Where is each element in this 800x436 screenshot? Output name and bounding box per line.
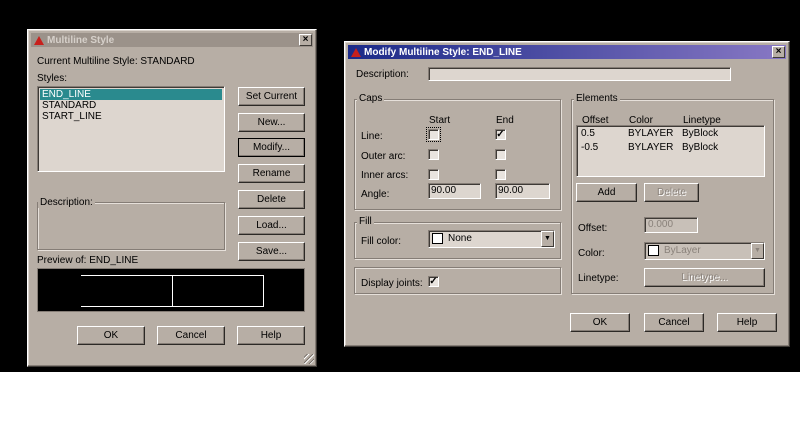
elements-title: Elements xyxy=(574,93,620,104)
cancel-button[interactable]: Cancel xyxy=(157,326,225,345)
element-row-2-linetype[interactable]: ByBlock xyxy=(682,142,718,153)
close-icon[interactable]: × xyxy=(299,34,312,46)
angle-start-field[interactable]: 90.00 xyxy=(428,183,481,199)
description-label: Description: xyxy=(38,197,95,208)
angle-end-field[interactable]: 90.00 xyxy=(495,183,550,199)
dialog-title: Modify Multiline Style: END_LINE xyxy=(364,46,522,58)
inner-arcs-end-checkbox[interactable] xyxy=(495,169,506,180)
inner-arcs-start-checkbox[interactable] xyxy=(428,169,439,180)
description-field[interactable] xyxy=(428,67,731,81)
preview-label: Preview of: END_LINE xyxy=(37,255,139,266)
color-label: Color: xyxy=(578,248,605,259)
cancel-button[interactable]: Cancel xyxy=(644,313,704,332)
preview-line-mid xyxy=(172,275,173,307)
display-joints-checkbox[interactable]: ✓ xyxy=(428,276,439,287)
new-button[interactable]: New... xyxy=(238,113,305,132)
element-row-1-color[interactable]: BYLAYER xyxy=(628,128,673,139)
caps-start-header: Start xyxy=(429,115,451,126)
delete-element-button[interactable]: Delete xyxy=(644,183,699,202)
styles-label: Styles: xyxy=(37,73,68,84)
modify-multiline-style-dialog: Modify Multiline Style: END_LINE × Descr… xyxy=(344,41,790,347)
autocad-app-icon xyxy=(350,47,361,58)
modify-button[interactable]: Modify... xyxy=(238,138,305,157)
add-element-button[interactable]: Add xyxy=(576,183,637,202)
modify-style-titlebar[interactable]: Modify Multiline Style: END_LINE × xyxy=(348,45,786,59)
help-button[interactable]: Help xyxy=(717,313,777,332)
line-end-checkbox[interactable]: ✓ xyxy=(495,129,506,140)
preview-line-end xyxy=(263,275,264,307)
set-current-button[interactable]: Set Current xyxy=(238,87,305,106)
styles-list[interactable]: END_LINE STANDARD START_LINE xyxy=(37,86,225,172)
element-row-1-linetype[interactable]: ByBlock xyxy=(682,128,718,139)
style-item-start-line[interactable]: START_LINE xyxy=(40,111,222,122)
rename-button[interactable]: Rename xyxy=(238,164,305,183)
element-row-1-offset[interactable]: 0.5 xyxy=(581,128,595,139)
offset-field[interactable]: 0.000 xyxy=(644,217,698,233)
display-joints-label: Display joints: xyxy=(361,278,423,289)
caps-angle-label: Angle: xyxy=(361,189,390,200)
preview-canvas xyxy=(37,268,305,312)
style-item-standard[interactable]: STANDARD xyxy=(40,100,222,111)
color-swatch xyxy=(648,245,659,256)
multiline-style-dialog: Multiline Style × Current Multiline Styl… xyxy=(27,29,317,367)
color-value: ByLayer xyxy=(664,245,701,256)
close-icon[interactable]: × xyxy=(772,46,785,58)
fill-color-dropdown[interactable]: None ▼ xyxy=(428,230,555,248)
current-style-label: Current Multiline Style: STANDARD xyxy=(37,56,195,67)
line-start-checkbox[interactable] xyxy=(426,127,441,142)
offset-label: Offset: xyxy=(578,223,608,234)
caps-end-header: End xyxy=(496,115,514,126)
style-item-end-line[interactable]: END_LINE xyxy=(40,89,222,100)
ok-button[interactable]: OK xyxy=(570,313,630,332)
load-button[interactable]: Load... xyxy=(238,216,305,235)
autocad-app-icon xyxy=(33,35,44,46)
elements-list[interactable]: 0.5 BYLAYER ByBlock -0.5 BYLAYER ByBlock xyxy=(576,125,765,177)
linetype-button[interactable]: Linetype... xyxy=(644,268,765,287)
fill-color-swatch xyxy=(432,233,443,244)
caps-title: Caps xyxy=(357,93,385,104)
multiline-style-titlebar[interactable]: Multiline Style × xyxy=(31,33,313,47)
linetype-label: Linetype: xyxy=(578,273,619,284)
description-group: Description: xyxy=(37,197,225,250)
element-row-2-color[interactable]: BYLAYER xyxy=(628,142,673,153)
ok-button[interactable]: OK xyxy=(77,326,145,345)
element-row-2-offset[interactable]: -0.5 xyxy=(581,142,598,153)
caps-line-label: Line: xyxy=(361,131,383,142)
chevron-down-icon[interactable]: ▼ xyxy=(751,243,764,259)
fill-color-value: None xyxy=(448,233,472,244)
caps-inner-arcs-label: Inner arcs: xyxy=(361,170,409,181)
caps-outer-arc-label: Outer arc: xyxy=(361,151,406,162)
description-label: Description: xyxy=(356,69,409,80)
fill-color-label: Fill color: xyxy=(361,236,402,247)
chevron-down-icon[interactable]: ▼ xyxy=(541,231,554,247)
fill-title: Fill xyxy=(357,216,374,227)
dialog-title: Multiline Style xyxy=(47,34,115,46)
color-dropdown[interactable]: ByLayer ▼ xyxy=(644,242,765,260)
save-button[interactable]: Save... xyxy=(238,242,305,261)
outer-arc-start-checkbox[interactable] xyxy=(428,149,439,160)
delete-button[interactable]: Delete xyxy=(238,190,305,209)
help-button[interactable]: Help xyxy=(237,326,305,345)
outer-arc-end-checkbox[interactable] xyxy=(495,149,506,160)
resize-grip-icon[interactable] xyxy=(304,354,314,364)
